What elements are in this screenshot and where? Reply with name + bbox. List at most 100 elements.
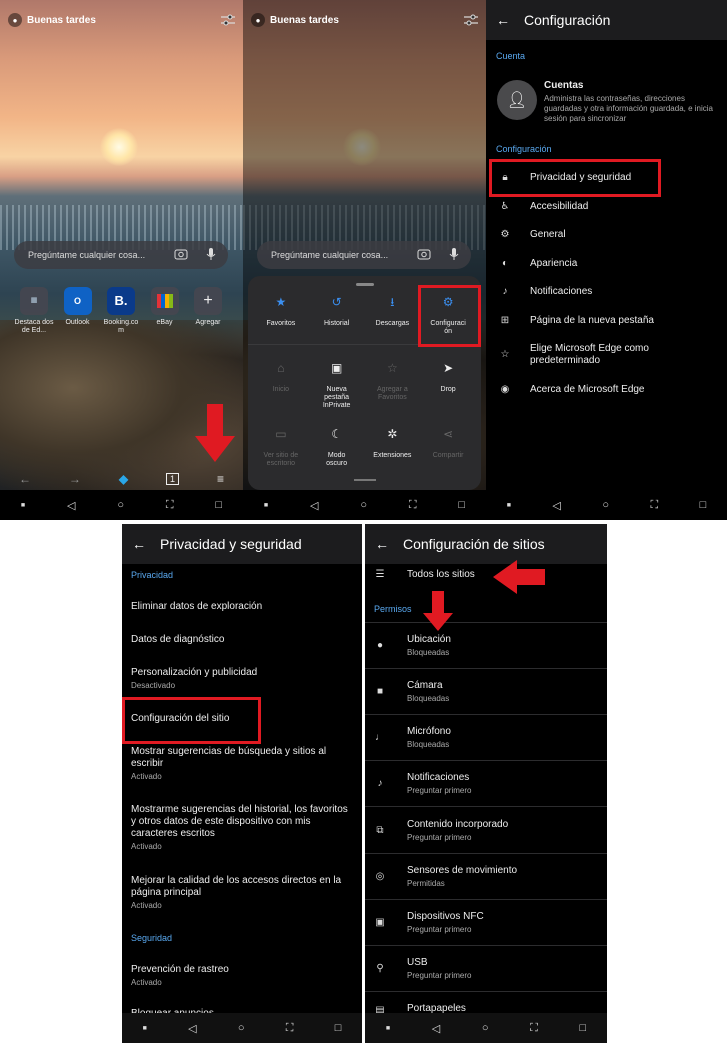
permission-motion-sensors[interactable]: ◎ Sensores de movimiento Permitidas [365, 865, 607, 888]
home-nav-icon[interactable]: ○ [238, 1022, 245, 1034]
tile-outlook[interactable]: O Outlook [58, 287, 98, 335]
all-sites-row[interactable]: ☰ Todos los sitios [365, 569, 607, 583]
privacy-item-history-suggestions[interactable]: Mostrarme sugerencias del historial, los… [131, 804, 353, 851]
menu-label: Compartir [432, 452, 464, 459]
page-title: Configuración [524, 12, 611, 28]
menu-modo-oscuro[interactable]: ☾ Modo oscuro [309, 422, 365, 482]
back-arrow-icon[interactable]: ← [375, 536, 389, 552]
permission-notifications[interactable]: ♪ Notificaciones Preguntar primero [365, 772, 607, 795]
dot-icon: ■ [385, 1024, 391, 1032]
security-item-tracking[interactable]: Prevención de rastreo Activado [131, 964, 356, 987]
privacy-status: Activado [131, 772, 162, 781]
menu-descargas[interactable]: ⭳ Descargas [365, 290, 421, 350]
list-icon: ☰ [375, 569, 385, 580]
menu-inprivate[interactable]: ▣ Nueva pestaña InPrivate [309, 356, 365, 416]
home-nav-icon[interactable]: ○ [482, 1022, 489, 1034]
menu-compartir[interactable]: ⋖ Compartir [420, 422, 476, 482]
settings-item-general[interactable]: ⚙ General [486, 229, 727, 243]
tile-destacados[interactable]: ▦ Destaca dos de Ed... [14, 287, 54, 335]
red-arrow-down [195, 404, 235, 462]
settings-item-default-browser[interactable]: ☆ Elige Microsoft Edge como predetermina… [486, 343, 727, 369]
recents-icon[interactable]: □ [335, 1022, 342, 1034]
menu-drop[interactable]: ➤ Drop [420, 356, 476, 416]
settings-item-accessibility[interactable]: ♿︎ Accesibilidad [486, 201, 727, 215]
home-nav-icon[interactable]: ○ [602, 499, 609, 511]
back-nav-icon[interactable]: ◁ [188, 1022, 196, 1035]
screenshot-icon[interactable]: ⛶ [409, 499, 417, 512]
home-screen: ● Buenas tardes Pregúntame cualquier cos… [0, 0, 243, 520]
privacy-item-search-suggestions[interactable]: Mostrar sugerencias de búsqueda y sitios… [131, 746, 351, 781]
tile-booking[interactable]: B. Booking.co m [101, 287, 141, 335]
back-arrow-icon[interactable]: ← [132, 536, 146, 552]
privacy-item-shortcuts-quality[interactable]: Mejorar la calidad de los accesos direct… [131, 875, 356, 910]
greeting[interactable]: ● Buenas tardes [8, 13, 96, 27]
recents-icon[interactable]: □ [215, 499, 222, 511]
menu-favoritos[interactable]: ★ Favoritos [253, 290, 309, 350]
inprivate-icon: ▣ [330, 361, 343, 375]
settings-item-notifications[interactable]: ♪ Notificaciones [486, 286, 727, 300]
search-bar[interactable]: Pregúntame cualquier cosa... [14, 241, 228, 269]
screenshot-icon[interactable]: ⛶ [286, 1022, 294, 1035]
customize-icon[interactable] [464, 14, 478, 26]
menu-icon[interactable]: ≡ [217, 472, 224, 486]
menu-agregar-favoritos[interactable]: ☆ Agregar a Favoritos [365, 356, 421, 416]
visual-search-icon[interactable] [174, 247, 188, 261]
privacy-item-personalization[interactable]: Personalización y publicidad Desactivado [131, 667, 356, 690]
bell-icon: ♪ [502, 286, 508, 297]
menu-extensiones[interactable]: ✲ Extensiones [365, 422, 421, 482]
permission-embedded[interactable]: ⧉ Contenido incorporado Preguntar primero [365, 819, 607, 842]
back-nav-icon[interactable]: ◁ [432, 1022, 440, 1035]
recents-icon[interactable]: □ [580, 1022, 587, 1034]
back-icon[interactable]: ← [19, 472, 31, 486]
menu-historial[interactable]: ↺ Historial [309, 290, 365, 350]
permission-camera[interactable]: ■ Cámara Bloqueadas [365, 680, 607, 703]
back-nav-icon[interactable]: ◁ [310, 499, 318, 512]
menu-escritorio[interactable]: ▭ Ver sitio de escritorio [253, 422, 309, 482]
permission-location[interactable]: ● Ubicación Bloqueadas [365, 634, 607, 657]
desktop-icon: ▭ [275, 427, 287, 441]
screenshot-icon[interactable]: ⛶ [166, 499, 174, 512]
greeting-text: Buenas tardes [270, 14, 339, 26]
forward-icon[interactable]: → [69, 472, 81, 486]
tile-ebay[interactable]: eBay [145, 287, 185, 335]
screenshot-icon[interactable]: ⛶ [650, 499, 658, 512]
recents-icon[interactable]: □ [700, 499, 707, 511]
privacy-item-diagnostics[interactable]: Datos de diagnóstico [131, 634, 356, 646]
home-nav-icon[interactable]: ○ [360, 499, 367, 511]
recents-icon[interactable]: □ [458, 499, 465, 511]
microphone-icon[interactable] [447, 247, 461, 261]
greeting[interactable]: ● Buenas tardes [251, 13, 339, 27]
back-nav-icon[interactable]: ◁ [552, 499, 560, 512]
settings-item-about[interactable]: ◉ Acerca de Microsoft Edge [486, 384, 727, 398]
home-nav-icon[interactable]: ○ [117, 499, 124, 511]
menu-inicio[interactable]: ⌂ Inicio [253, 356, 309, 416]
drag-handle[interactable] [356, 283, 374, 286]
visual-search-icon[interactable] [417, 247, 431, 261]
settings-label: Página de la nueva pestaña [530, 315, 654, 326]
copilot-icon[interactable]: ◆ [119, 472, 128, 486]
system-navbar: ■ ◁ ○ ⛶ □ [122, 1013, 362, 1043]
settings-item-appearance[interactable]: ◐ Apariencia [486, 258, 727, 272]
screenshot-icon[interactable]: ⛶ [530, 1022, 538, 1035]
back-nav-icon[interactable]: ◁ [67, 499, 75, 512]
privacy-status: Activado [131, 901, 162, 910]
app-bar: ← Configuración [486, 0, 727, 40]
microphone-icon[interactable] [204, 247, 218, 261]
privacy-item-clear-data[interactable]: Eliminar datos de exploración [131, 601, 356, 613]
permission-nfc[interactable]: ▣ Dispositivos NFC Preguntar primero [365, 911, 607, 934]
account-avatar-icon[interactable]: 👤︎ [497, 80, 537, 120]
privacy-label: Mostrar sugerencias de búsqueda y sitios… [131, 746, 327, 769]
tile-add[interactable]: + Agregar [188, 287, 228, 335]
settings-item-new-tab[interactable]: ⊞ Página de la nueva pestaña [486, 315, 727, 329]
accounts-row[interactable]: Cuentas Administra las contraseñas, dire… [544, 80, 719, 124]
highlight-box [122, 697, 261, 744]
section-seguridad: Seguridad [131, 933, 173, 943]
customize-icon[interactable] [221, 14, 235, 26]
tabs-icon[interactable]: 1 [166, 473, 180, 485]
search-bar[interactable]: Pregúntame cualquier cosa... [257, 241, 471, 269]
divider [365, 668, 607, 669]
settings-label: Elige Microsoft Edge como predeterminado [530, 343, 649, 366]
permission-microphone[interactable]: ♩ Micrófono Bloqueadas [365, 726, 607, 749]
permission-usb[interactable]: ⚲ USB Preguntar primero [365, 957, 607, 980]
back-arrow-icon[interactable]: ← [496, 12, 510, 28]
